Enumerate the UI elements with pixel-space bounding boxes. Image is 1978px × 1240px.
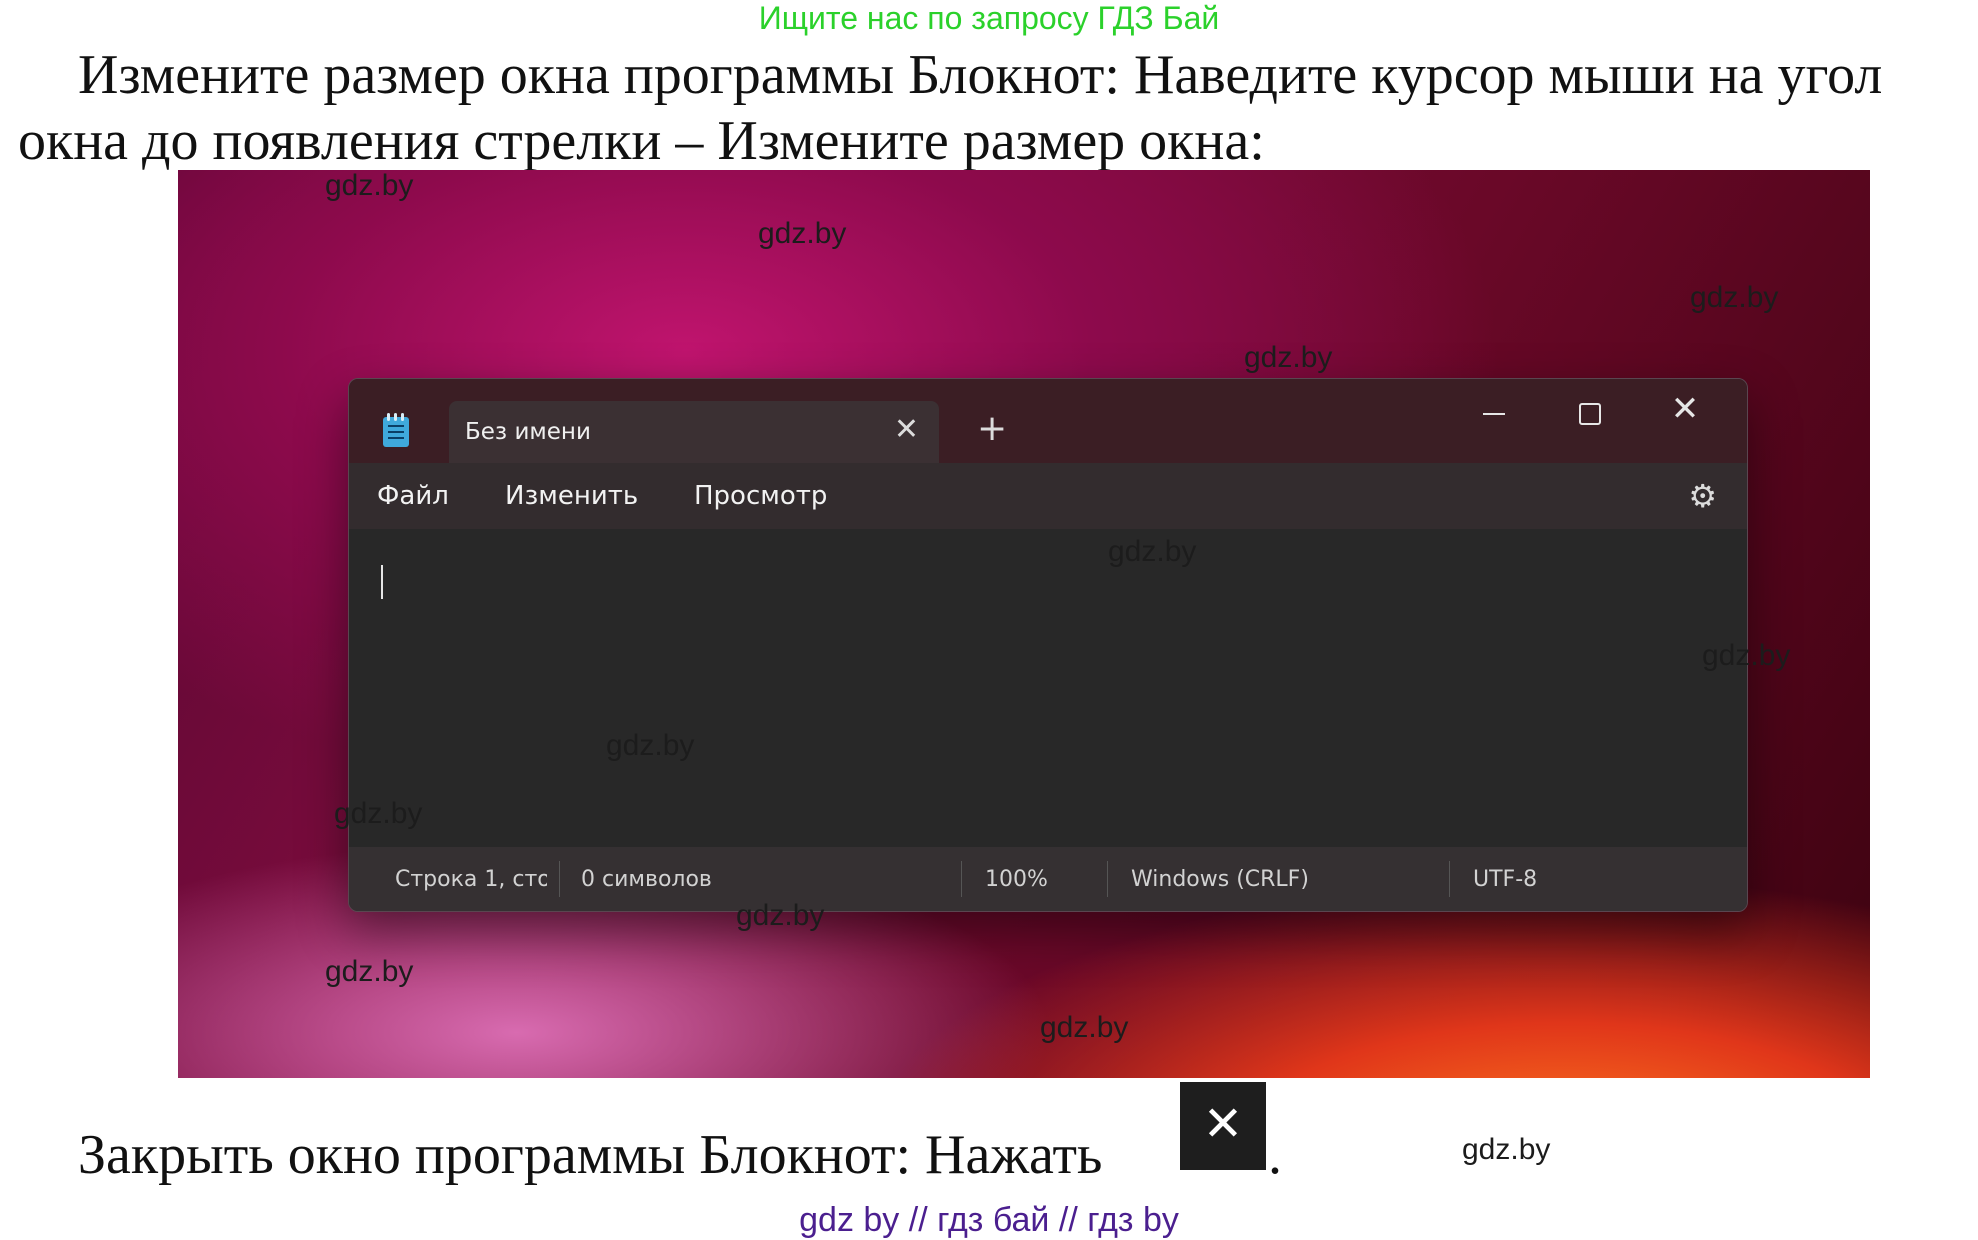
search-hint-link[interactable]: Ищите нас по запросу ГДЗ Бай: [0, 0, 1978, 36]
tab-untitled[interactable]: Без имени ✕: [449, 401, 939, 463]
status-char-count: 0 символов: [581, 867, 712, 892]
menu-bar: Файл Изменить Просмотр ⚙: [349, 463, 1747, 529]
maximize-button[interactable]: [1559, 389, 1619, 433]
notepad-window[interactable]: Без имени ✕ + ✕ Файл Изменить Просмотр ⚙…: [348, 378, 1748, 912]
status-divider: [1449, 861, 1450, 897]
close-button[interactable]: ✕: [1655, 389, 1715, 433]
close-icon: ✕: [1180, 1082, 1266, 1170]
status-divider: [559, 861, 560, 897]
maximize-icon: [1579, 403, 1601, 425]
status-divider: [1107, 861, 1108, 897]
gear-icon[interactable]: ⚙: [1688, 477, 1717, 515]
watermark: gdz.by: [1108, 535, 1197, 568]
status-zoom[interactable]: 100%: [985, 867, 1048, 892]
watermark: gdz.by: [325, 169, 414, 202]
tab-close-icon[interactable]: ✕: [894, 415, 919, 445]
new-tab-button[interactable]: +: [977, 411, 1007, 447]
desktop-screenshot: Без имени ✕ + ✕ Файл Изменить Просмотр ⚙…: [178, 170, 1870, 1078]
menu-file[interactable]: Файл: [377, 481, 449, 511]
watermark: gdz.by: [1690, 281, 1779, 314]
footer-links[interactable]: gdz by // гдз бай // гдз by: [0, 1200, 1978, 1240]
text-editor[interactable]: [349, 529, 1747, 847]
close-instruction: Закрыть окно программы Блокнот: Нажать: [78, 1124, 1103, 1186]
watermark: gdz.by: [325, 955, 414, 988]
status-encoding[interactable]: UTF-8: [1473, 867, 1537, 892]
watermark: gdz.by: [1040, 1011, 1129, 1044]
status-line-ending[interactable]: Windows (CRLF): [1131, 867, 1309, 892]
title-bar[interactable]: Без имени ✕ + ✕: [349, 379, 1747, 463]
minimize-icon: [1483, 413, 1505, 415]
watermark: gdz.by: [736, 899, 825, 932]
watermark: gdz.by: [758, 217, 847, 250]
watermark: gdz.by: [1702, 639, 1791, 672]
close-instruction-period: .: [1268, 1124, 1282, 1186]
status-bar: Строка 1, стол 0 символов 100% Windows (…: [349, 847, 1747, 911]
watermark: gdz.by: [1244, 341, 1333, 374]
menu-edit[interactable]: Изменить: [505, 481, 638, 511]
watermark: gdz.by: [1462, 1133, 1551, 1166]
menu-view[interactable]: Просмотр: [694, 481, 827, 511]
watermark: gdz.by: [606, 729, 695, 762]
tab-title: Без имени: [465, 419, 591, 445]
status-cursor-position: Строка 1, стол: [395, 867, 547, 892]
watermark: gdz.by: [334, 797, 423, 830]
status-divider: [961, 861, 962, 897]
minimize-button[interactable]: [1463, 389, 1523, 433]
instruction-paragraph: Измените размер окна программы Блокнот: …: [18, 44, 1883, 172]
notepad-icon: [383, 413, 409, 447]
text-caret: [381, 565, 383, 599]
